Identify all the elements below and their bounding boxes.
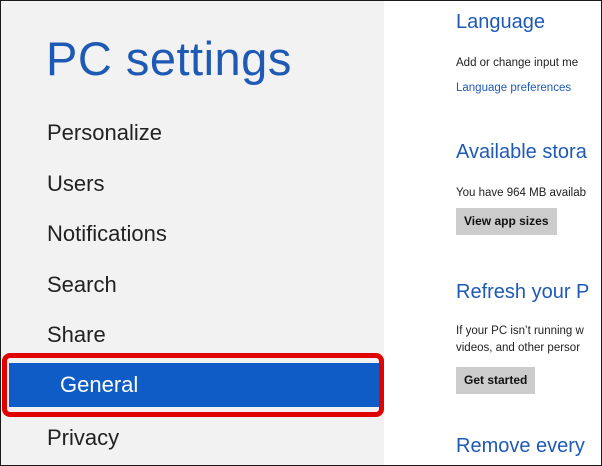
settings-window: PC settings Personalize Users Notificati… xyxy=(0,0,602,466)
page-title: PC settings xyxy=(46,32,292,85)
storage-heading: Available stora xyxy=(456,141,587,163)
content-pane: Language Add or change input me Language… xyxy=(456,1,601,465)
sidebar-item-share[interactable]: Share xyxy=(1,313,381,357)
sidebar-item-personalize[interactable]: Personalize xyxy=(1,111,381,155)
sidebar-item-search[interactable]: Search xyxy=(1,263,381,307)
storage-description: You have 964 MB availab xyxy=(456,187,587,199)
get-started-button[interactable]: Get started xyxy=(456,367,536,394)
remove-heading: Remove every xyxy=(456,435,585,457)
view-app-sizes-button[interactable]: View app sizes xyxy=(456,208,557,235)
sidebar-item-notifications[interactable]: Notifications xyxy=(1,212,381,256)
language-preferences-link[interactable]: Language preferences xyxy=(456,82,571,94)
refresh-description-line1: If your PC isn’t running w xyxy=(456,325,584,337)
refresh-description-line2: videos, and other persor xyxy=(456,342,581,354)
language-description: Add or change input me xyxy=(456,57,579,69)
language-heading: Language xyxy=(456,11,545,33)
refresh-heading: Refresh your P xyxy=(456,281,590,303)
sidebar-item-users[interactable]: Users xyxy=(1,162,381,206)
sidebar: PC settings Personalize Users Notificati… xyxy=(1,1,384,465)
sidebar-item-privacy[interactable]: Privacy xyxy=(1,416,381,460)
sidebar-item-general[interactable]: General xyxy=(9,363,384,407)
